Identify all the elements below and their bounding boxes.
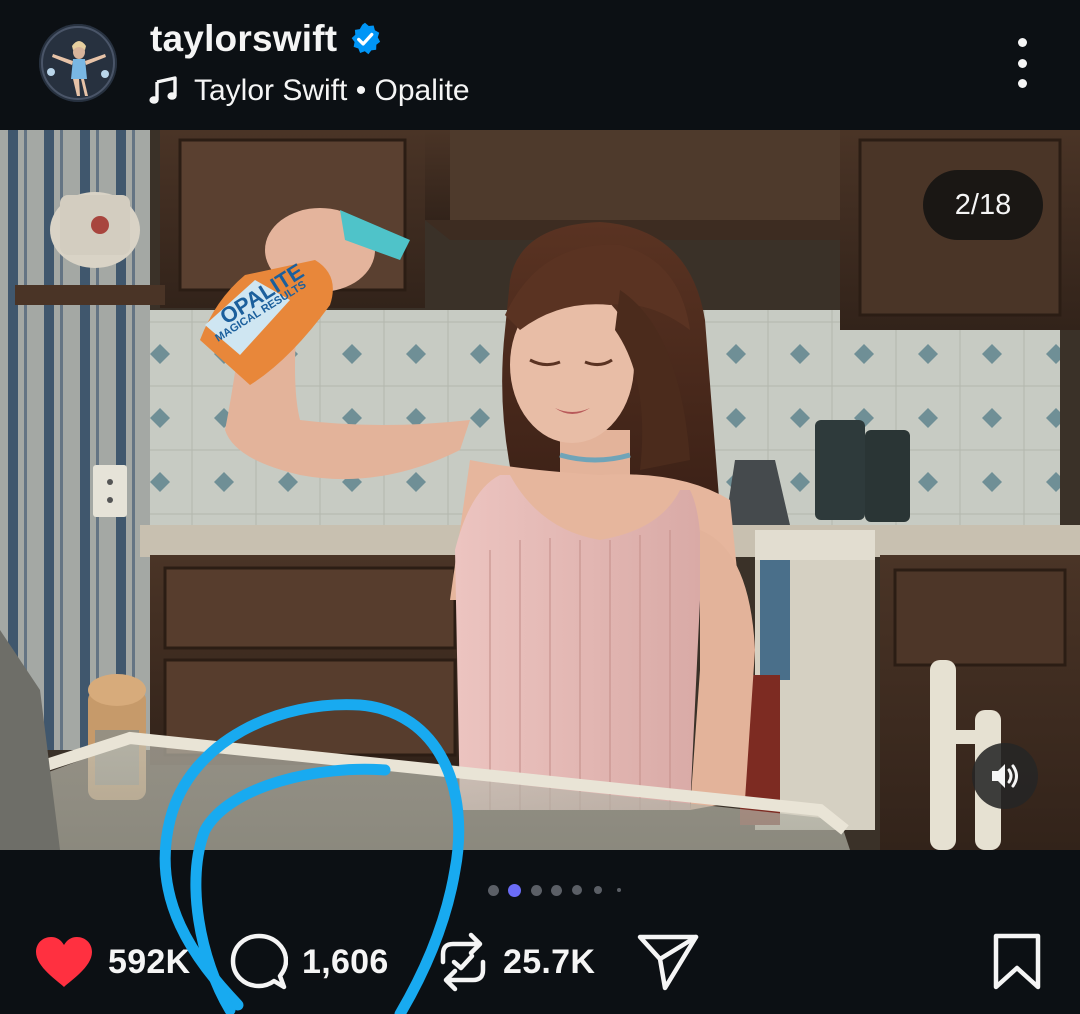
like-count[interactable]: 592K bbox=[108, 943, 190, 982]
audio-row[interactable]: Taylor Swift • Opalite bbox=[148, 70, 470, 112]
pager-dot bbox=[530, 884, 542, 896]
pager-dot bbox=[617, 888, 621, 892]
username[interactable]: taylorswift bbox=[150, 18, 337, 60]
more-dot bbox=[1017, 58, 1027, 68]
more-dot bbox=[1017, 38, 1027, 47]
comment-count[interactable]: 1,606 bbox=[302, 943, 389, 982]
pager-dot bbox=[550, 884, 562, 896]
music-note-icon bbox=[149, 76, 177, 104]
post-header: taylorswift Taylor Swift • Opalite bbox=[0, 0, 1080, 130]
pager-dot bbox=[572, 885, 582, 895]
send-icon[interactable] bbox=[637, 933, 699, 991]
more-dot bbox=[1017, 79, 1027, 88]
sound-toggle-button[interactable] bbox=[972, 743, 1038, 809]
comment-action[interactable]: 1,606 bbox=[230, 932, 389, 992]
audio-label: Taylor Swift • Opalite bbox=[194, 74, 470, 107]
pager-dot-active bbox=[507, 883, 521, 897]
action-bar: 592K 1,606 25.7K bbox=[0, 920, 1080, 1014]
save-action[interactable] bbox=[992, 932, 1042, 992]
carousel-pager bbox=[0, 880, 1080, 900]
avatar[interactable] bbox=[39, 24, 117, 102]
speaker-icon bbox=[992, 764, 1018, 788]
bookmark-icon[interactable] bbox=[992, 933, 1042, 991]
post-photo: OPALITE MAGICAL RESULTS bbox=[0, 130, 1080, 850]
slide-counter: 2/18 bbox=[923, 170, 1043, 240]
username-row: taylorswift bbox=[150, 16, 383, 62]
like-action[interactable]: 592K bbox=[34, 932, 190, 992]
more-options-icon[interactable] bbox=[1000, 38, 1044, 88]
pager-dot bbox=[594, 886, 602, 894]
comment-icon[interactable] bbox=[230, 933, 288, 991]
repost-action[interactable]: 25.7K bbox=[437, 932, 595, 992]
repost-count[interactable]: 25.7K bbox=[503, 943, 595, 982]
pager-dot bbox=[487, 884, 499, 896]
heart-icon[interactable] bbox=[34, 935, 94, 989]
share-action[interactable] bbox=[637, 932, 699, 992]
avatar-image bbox=[39, 24, 117, 102]
repost-icon[interactable] bbox=[437, 932, 489, 992]
post-media[interactable]: OPALITE MAGICAL RESULTS 2/18 bbox=[0, 130, 1080, 850]
verified-badge-icon bbox=[351, 22, 381, 55]
